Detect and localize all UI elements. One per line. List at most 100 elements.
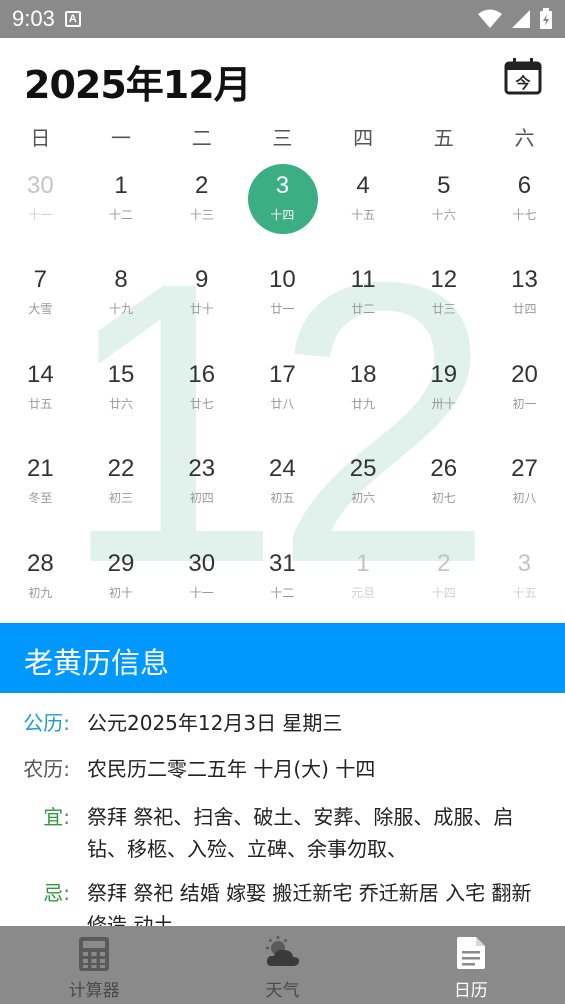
nav-calendar-label: 日历 (453, 981, 488, 1001)
day-cell[interactable]: 5 十六 (403, 164, 484, 258)
day-cell[interactable]: 3 十五 (484, 542, 565, 622)
week-row: 21 冬至 22 初三 23 初四 24 初五 25 初六 26 初七 27 初八 (0, 447, 565, 541)
day-number: 13 (511, 266, 538, 294)
day-cell[interactable]: 18 廿九 (323, 353, 404, 447)
nav-calculator[interactable]: 计算器 (0, 926, 188, 1004)
day-cell[interactable]: 29 初十 (81, 542, 162, 622)
day-cell[interactable]: 12 廿三 (403, 258, 484, 352)
day-cell[interactable]: 2 十三 (161, 164, 242, 258)
lunar-date: 十七 (512, 208, 537, 222)
day-cell-selected[interactable]: 3 十四 (242, 164, 323, 258)
day-number: 28 (26, 549, 54, 577)
day-number: 2 (195, 172, 209, 199)
day-cell[interactable]: 30 十一 (161, 542, 242, 622)
weekday-label: 五 (433, 126, 454, 150)
gregorian-value: 公元2025年12月3日 星期三 (87, 711, 343, 735)
day-cell[interactable]: 20 初一 (484, 353, 565, 447)
day-cell[interactable]: 22 初三 (81, 447, 162, 541)
day-cell[interactable]: 31 十二 (242, 542, 323, 622)
day-cell[interactable]: 17 廿八 (242, 353, 323, 447)
day-cell[interactable]: 7 大雪 (0, 258, 81, 352)
lunar-date: 十九 (109, 302, 134, 317)
lunar-date: 廿一 (270, 302, 295, 317)
weekday-label: 日 (30, 126, 51, 150)
day-cell[interactable]: 28 初九 (0, 542, 81, 622)
day-number: 9 (195, 266, 209, 294)
day-cell[interactable]: 23 初四 (161, 447, 242, 541)
day-cell[interactable]: 16 廿七 (161, 353, 242, 447)
day-cell[interactable]: 1 十二 (81, 164, 162, 258)
yi-label: 宜: (43, 805, 70, 829)
lunar-date: 十四 (431, 585, 456, 600)
day-cell[interactable]: 11 廿二 (323, 258, 404, 352)
nav-calendar[interactable]: 日历 (377, 926, 565, 1004)
day-number: 30 (188, 549, 216, 577)
lunar-date: 廿五 (28, 396, 53, 411)
weather-icon (266, 936, 300, 966)
lunar-date: 十五 (512, 585, 537, 600)
lunar-date: 初五 (270, 491, 295, 506)
week-row: 30 十一 1 十二 2 十三 3 十四 4 十五 5 十六 6 十七 (0, 164, 565, 258)
day-number: 12 (430, 266, 458, 294)
lunar-date: 初九 (28, 585, 53, 600)
calendar-header: 2025年12月 今 (0, 38, 565, 118)
lunar-date: 冬至 (28, 491, 53, 506)
day-number: 26 (430, 455, 458, 483)
day-number: 23 (188, 455, 216, 483)
yi-value: 祭拜 祭祀、扫舍、破土、安葬、除服、成服、启钻、移柩、入殓、立碑、余事勿取、 (87, 805, 514, 861)
day-cell[interactable]: 6 十七 (484, 164, 565, 258)
nav-weather[interactable]: 天气 (188, 926, 376, 1004)
day-cell[interactable]: 9 廿十 (161, 258, 242, 352)
day-number: 6 (517, 172, 532, 199)
lunar-date: 初七 (431, 491, 456, 506)
day-number: 11 (350, 266, 376, 294)
ji-value: 祭拜 祭祀 结婚 嫁娶 搬迁新宅 乔迁新居 入宅 翻新 修造 动土 (87, 881, 532, 926)
notification-icon: A (64, 11, 81, 27)
day-number: 18 (349, 360, 377, 388)
day-cell[interactable]: 2 十四 (403, 542, 484, 622)
day-number: 14 (26, 360, 54, 388)
nav-weather-label: 天气 (265, 981, 300, 1001)
lunar-date: 卅十 (431, 396, 456, 411)
day-cell[interactable]: 26 初七 (403, 447, 484, 541)
lunar-date: 十二 (270, 585, 295, 600)
week-row: 14 廿五 15 廿六 16 廿七 17 廿八 18 廿九 19 卅十 20 初一 (0, 353, 565, 447)
week-row: 7 大雪 8 十九 9 廿十 10 廿一 11 廿二 12 廿三 13 廿四 (0, 258, 565, 352)
day-cell[interactable]: 21 冬至 (0, 447, 81, 541)
lunar-date: 初三 (109, 491, 134, 506)
week-row: 28 初九 29 初十 30 十一 31 十二 1 元旦 2 十四 3 十五 (0, 542, 565, 622)
day-cell[interactable]: 13 廿四 (484, 258, 565, 352)
lunar-date: 十六 (431, 208, 456, 222)
day-cell[interactable]: 19 卅十 (403, 353, 484, 447)
day-number: 10 (269, 266, 296, 294)
almanac-body: 公历: 公元2025年12月3日 星期三 农历: 农民历二零二五年 十月(大) … (0, 693, 565, 926)
calendar-doc-icon (456, 937, 485, 969)
lunar-date: 十二 (109, 208, 134, 222)
day-cell[interactable]: 4 十五 (323, 164, 404, 258)
day-cell[interactable]: 10 廿一 (242, 258, 323, 352)
weekday-label: 六 (514, 126, 535, 150)
day-number: 19 (430, 360, 458, 388)
day-cell[interactable]: 30 十一 (0, 164, 81, 258)
almanac-header: 老黄历信息 (0, 623, 565, 693)
day-number: 17 (269, 360, 296, 388)
day-number: 24 (269, 455, 296, 483)
day-cell[interactable]: 1 元旦 (323, 542, 404, 622)
status-icons (477, 8, 553, 30)
bottom-nav: 计算器 天气 日历 (0, 926, 565, 1004)
day-cell[interactable]: 27 初八 (484, 447, 565, 541)
wifi-icon (478, 9, 502, 28)
today-button[interactable]: 今 (503, 56, 543, 96)
signal-icon (512, 10, 530, 28)
day-number: 31 (269, 549, 296, 577)
day-number: 22 (107, 455, 135, 483)
day-cell[interactable]: 25 初六 (323, 447, 404, 541)
day-grid: 30 十一 1 十二 2 十三 3 十四 4 十五 5 十六 6 十七 7 大雪 8 十九 9 廿十 10 廿一 11 廿二 1… (0, 164, 565, 622)
day-cell[interactable]: 14 廿五 (0, 353, 81, 447)
day-cell[interactable]: 8 十九 (81, 258, 162, 352)
lunar-date: 十一 (28, 208, 53, 222)
day-cell[interactable]: 24 初五 (242, 447, 323, 541)
day-cell[interactable]: 15 廿六 (81, 353, 162, 447)
lunar-date: 初六 (351, 491, 376, 506)
day-number: 27 (511, 455, 538, 483)
